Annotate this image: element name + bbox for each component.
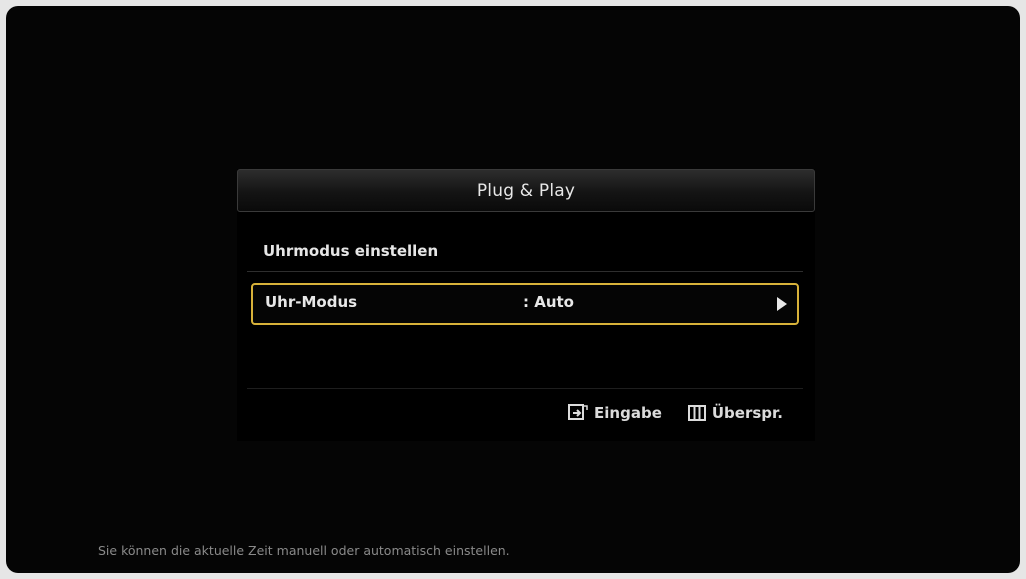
- footer-actions: Eingabe Überspr.: [568, 404, 783, 422]
- divider: [247, 388, 803, 389]
- enter-label: Eingabe: [594, 404, 662, 422]
- dialog-subtitle: Uhrmodus einstellen: [263, 242, 439, 260]
- enter-button[interactable]: Eingabe: [568, 404, 662, 422]
- hint-text: Sie können die aktuelle Zeit manuell ode…: [98, 543, 510, 558]
- divider: [247, 271, 803, 272]
- skip-button[interactable]: Überspr.: [687, 404, 783, 422]
- dialog-title: Plug & Play: [476, 180, 576, 201]
- enter-icon: [568, 404, 588, 422]
- clock-mode-option[interactable]: Uhr-Modus : Auto: [251, 283, 799, 325]
- clock-mode-value: : Auto: [523, 293, 574, 311]
- clock-mode-label: Uhr-Modus: [265, 293, 358, 311]
- plug-and-play-dialog: Plug & Play Uhrmodus einstellen Uhr-Modu…: [237, 169, 815, 441]
- dialog-title-bar: Plug & Play: [237, 169, 815, 212]
- skip-label: Überspr.: [711, 404, 783, 422]
- arrow-right-icon[interactable]: [777, 297, 787, 311]
- skip-icon: [687, 405, 706, 421]
- tv-screen: Plug & Play Uhrmodus einstellen Uhr-Modu…: [6, 6, 1020, 573]
